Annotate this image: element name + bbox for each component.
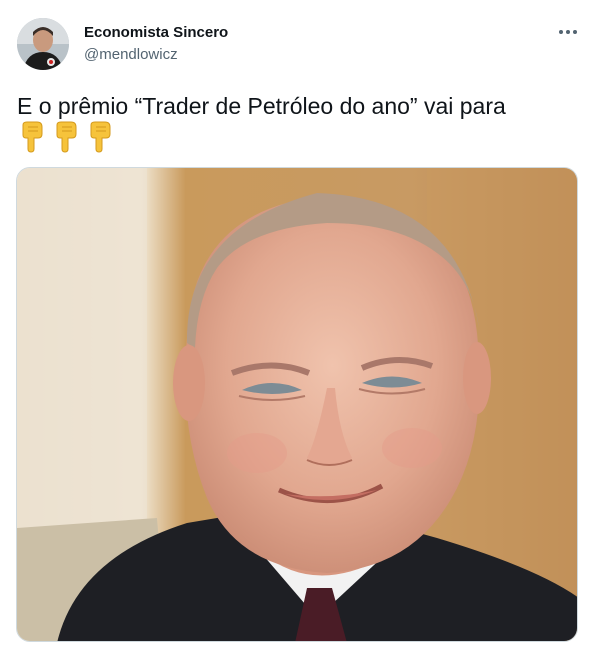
tweet-text: E o prêmio “Trader de Petróleo do ano” v… (17, 93, 506, 119)
pointing-down-emoji (56, 121, 77, 153)
author-name[interactable]: Economista Sincero (84, 24, 228, 41)
more-horizontal-icon (559, 30, 577, 34)
tweet: Economista Sincero @mendlowicz E o prêmi… (0, 0, 605, 659)
author-handle[interactable]: @mendlowicz (84, 46, 178, 63)
pointing-down-emoji (22, 121, 43, 153)
tweet-media-image[interactable] (16, 167, 578, 642)
more-button[interactable] (552, 20, 584, 44)
pointing-down-emoji (90, 121, 111, 153)
emoji-row (17, 121, 114, 155)
avatar[interactable] (17, 18, 69, 70)
